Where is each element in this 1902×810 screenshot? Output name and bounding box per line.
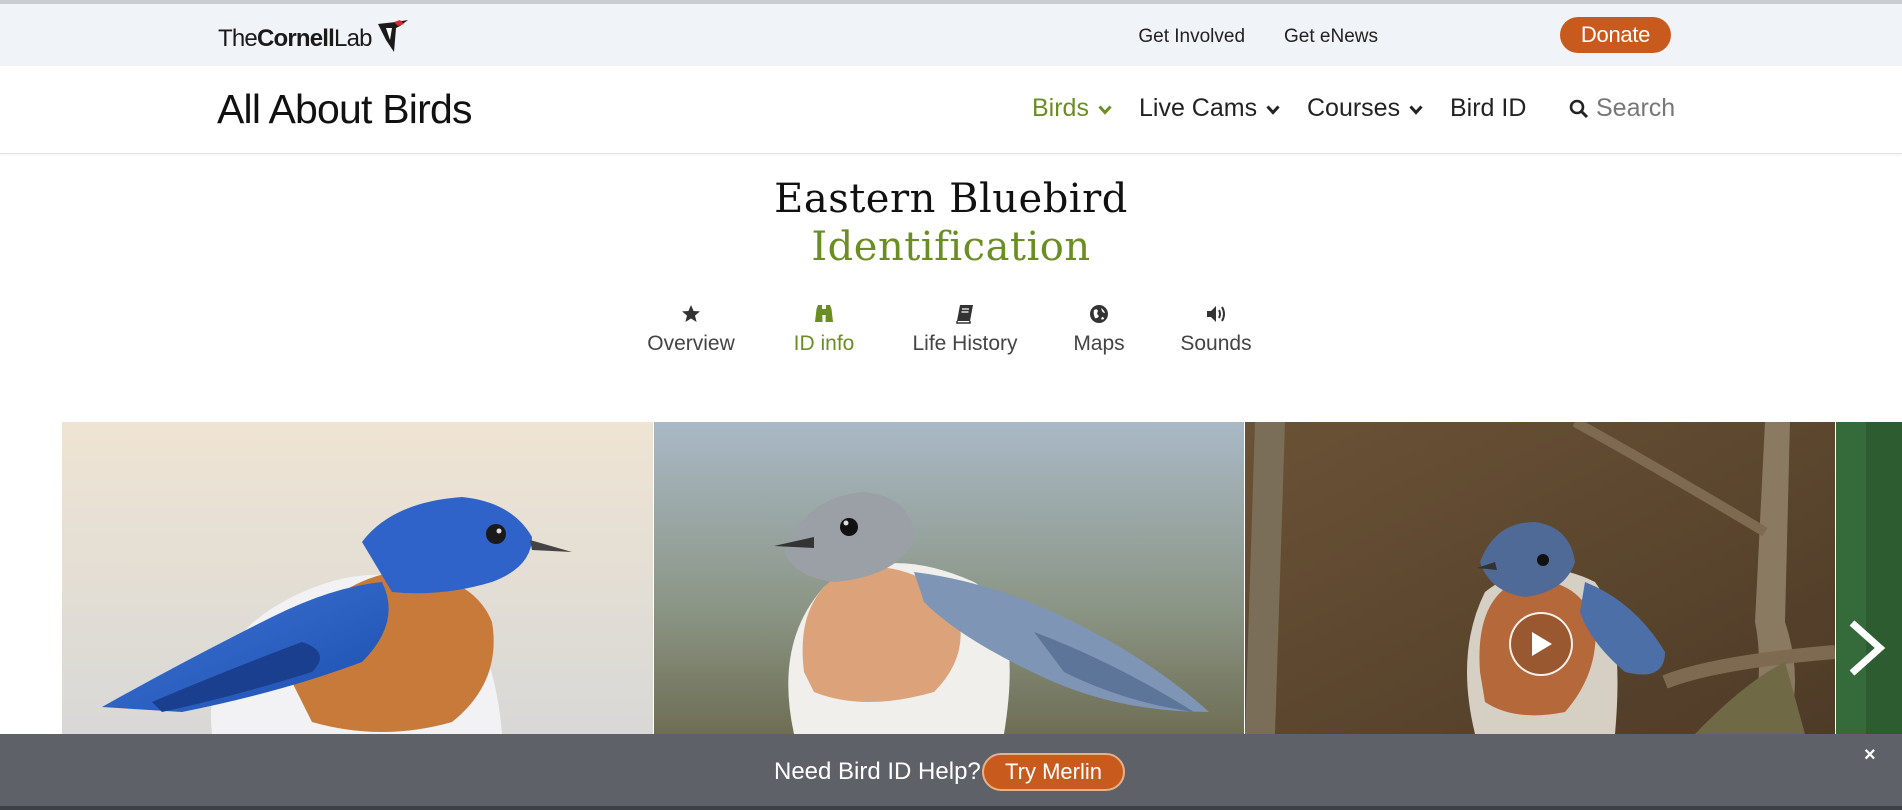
utility-links: Get Involved Get eNews bbox=[1099, 22, 1378, 52]
logo-text: TheCornellLab bbox=[218, 25, 372, 52]
tab-life-history[interactable]: Life History bbox=[911, 303, 1019, 356]
tab-sounds[interactable]: Sounds bbox=[1180, 303, 1252, 356]
species-name: Eastern Bluebird bbox=[774, 176, 1128, 222]
close-icon[interactable]: × bbox=[1864, 744, 1876, 767]
donate-button[interactable]: Donate bbox=[1560, 17, 1671, 53]
tab-maps-label: Maps bbox=[1073, 332, 1125, 355]
nav-bird-id-label: Bird ID bbox=[1450, 94, 1527, 122]
star-icon bbox=[681, 303, 701, 325]
page: TheCornellLab Get Involved Get eNews Don… bbox=[0, 0, 1902, 810]
globe-icon bbox=[1089, 303, 1109, 325]
section-title: Identification bbox=[811, 224, 1091, 270]
nav-birds-label: Birds bbox=[1032, 94, 1089, 122]
gallery-photo-male[interactable] bbox=[62, 422, 653, 734]
tab-maps[interactable]: Maps bbox=[1072, 303, 1126, 356]
gallery-next-button[interactable] bbox=[1846, 620, 1886, 676]
book-icon bbox=[956, 303, 974, 325]
search-label: Search bbox=[1596, 94, 1676, 122]
cornell-lab-logo[interactable]: TheCornellLab bbox=[218, 20, 410, 58]
merlin-promo-bar: Need Bird ID Help? Try Merlin × bbox=[0, 734, 1902, 810]
chevron-down-icon bbox=[1266, 104, 1280, 115]
chevron-right-icon bbox=[1849, 620, 1886, 676]
tab-overview[interactable]: Overview bbox=[647, 303, 735, 356]
gallery-prev-button[interactable] bbox=[14, 626, 54, 676]
tab-id-info-label: ID info bbox=[793, 332, 855, 355]
video-play-button[interactable] bbox=[1509, 612, 1573, 676]
binoculars-icon bbox=[813, 303, 835, 325]
tab-id-info[interactable]: ID info bbox=[792, 303, 856, 356]
gallery-photo-next[interactable] bbox=[1836, 422, 1902, 734]
nav-courses-label: Courses bbox=[1307, 94, 1401, 122]
get-involved-link[interactable]: Get Involved bbox=[1138, 22, 1245, 52]
chevron-left-icon bbox=[16, 626, 50, 676]
speaker-icon bbox=[1205, 303, 1227, 325]
chevron-down-icon bbox=[1409, 104, 1423, 115]
tab-overview-label: Overview bbox=[647, 332, 735, 355]
chevron-down-icon bbox=[1098, 104, 1112, 115]
photo-gallery bbox=[0, 422, 1902, 734]
nav-live-cams[interactable]: Live Cams bbox=[1139, 94, 1280, 123]
main-header: All About Birds Birds Live Cams Courses … bbox=[0, 66, 1902, 154]
nav-live-cams-label: Live Cams bbox=[1139, 94, 1258, 122]
species-tabs: Overview ID info Life History Maps Sound… bbox=[0, 303, 1902, 363]
get-enews-link[interactable]: Get eNews bbox=[1284, 22, 1378, 52]
search-icon bbox=[1569, 99, 1589, 118]
tab-sounds-label: Sounds bbox=[1180, 332, 1252, 355]
woodpecker-logo-icon bbox=[377, 20, 408, 52]
nav-bird-id[interactable]: Bird ID bbox=[1450, 94, 1526, 123]
play-icon bbox=[1532, 632, 1552, 656]
nav-birds[interactable]: Birds bbox=[1032, 94, 1112, 123]
search-button[interactable]: Search bbox=[1569, 94, 1675, 123]
try-merlin-button[interactable]: Try Merlin bbox=[982, 753, 1125, 791]
gallery-photo-female[interactable] bbox=[654, 422, 1244, 734]
merlin-prompt-text: Need Bird ID Help? bbox=[774, 758, 981, 785]
site-title[interactable]: All About Birds bbox=[217, 86, 472, 133]
gallery-video-thumbnail[interactable] bbox=[1245, 422, 1835, 734]
nav-courses[interactable]: Courses bbox=[1307, 94, 1423, 123]
tab-life-history-label: Life History bbox=[912, 332, 1018, 355]
